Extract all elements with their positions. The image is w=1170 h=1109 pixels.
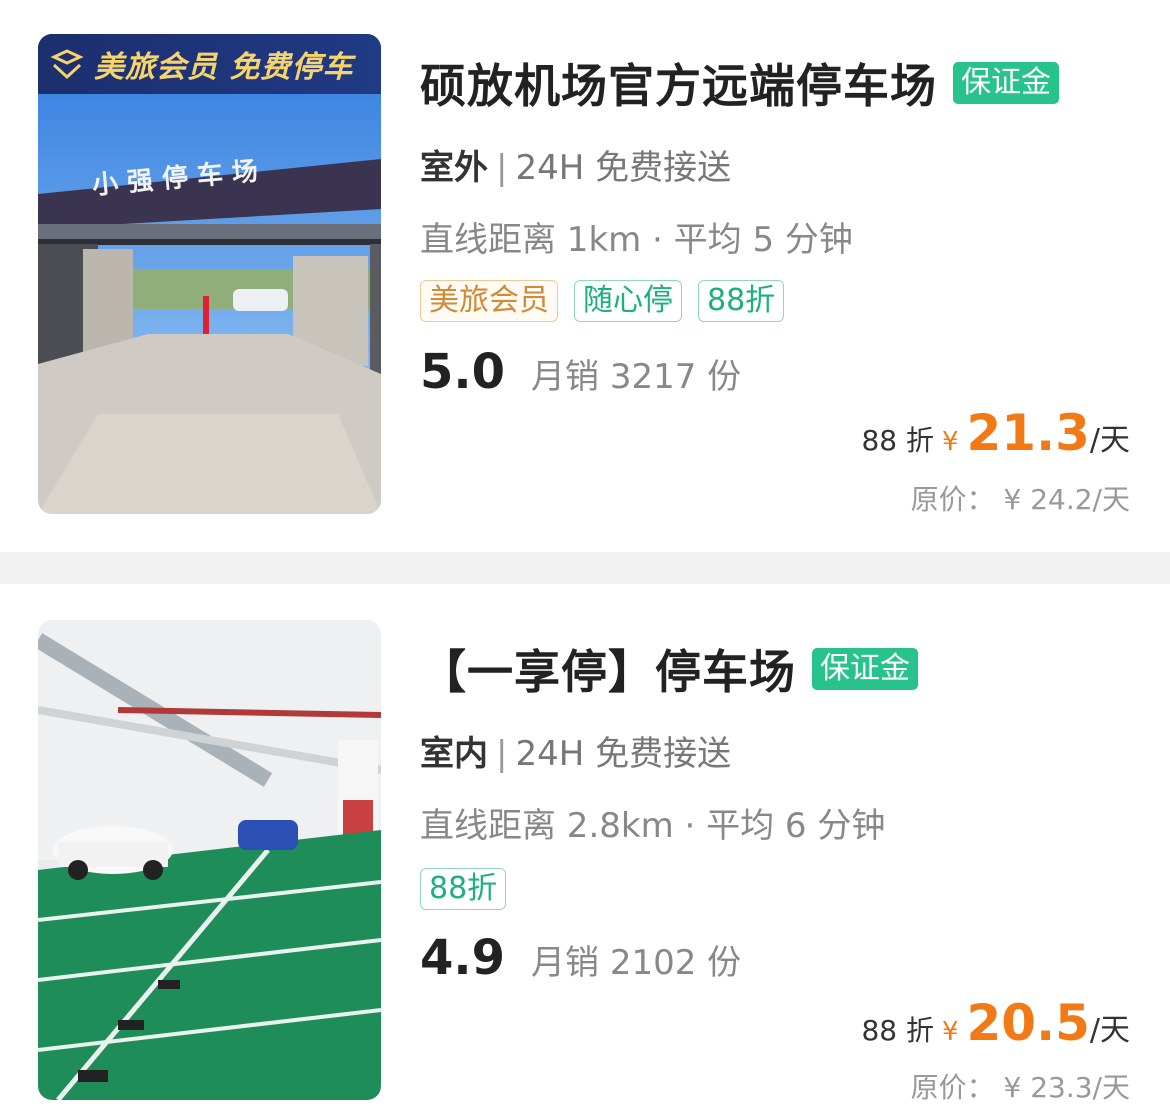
rating-score: 4.9 bbox=[415, 930, 510, 986]
currency-symbol: ¥ bbox=[941, 427, 959, 457]
price-row: 88 折 ¥ 20.5 /天 bbox=[861, 994, 1130, 1052]
member-logo-icon bbox=[50, 49, 84, 80]
deposit-badge: 保证金 bbox=[953, 62, 1059, 104]
discount-label: 88 折 bbox=[861, 424, 934, 457]
original-price: 原价： ¥ 24.2/天 bbox=[910, 483, 1130, 516]
member-free-parking-banner: 美旅会员 免费停车 bbox=[38, 34, 381, 94]
discount-label: 88 折 bbox=[861, 1014, 934, 1047]
price-row: 88 折 ¥ 21.3 /天 bbox=[861, 404, 1130, 462]
shuttle-service: 24H 免费接送 bbox=[515, 148, 732, 188]
monthly-sales: 月销 2102 份 bbox=[531, 943, 742, 983]
parking-lot-photo[interactable] bbox=[38, 620, 381, 1100]
tag-list: 88折 bbox=[420, 868, 507, 910]
rating-value: 4.9 bbox=[420, 930, 506, 986]
parking-kind: 室内 bbox=[420, 734, 488, 774]
original-price: 原价： ¥ 23.3/天 bbox=[910, 1071, 1130, 1104]
meta-separator: | bbox=[496, 734, 508, 774]
indoor-parking-photo bbox=[38, 620, 381, 1100]
currency-symbol: ¥ bbox=[941, 1017, 959, 1047]
tag-member: 美旅会员 bbox=[420, 280, 558, 322]
tag-flexible: 随心停 bbox=[574, 280, 682, 322]
discounted-price: 20.5 bbox=[966, 994, 1090, 1052]
listing-meta: 室内 | 24H 免费接送 bbox=[420, 726, 731, 775]
parking-lot-photo[interactable]: 小 强 停 车 场 美旅会员 免费停车 bbox=[38, 34, 381, 514]
price-unit: /天 bbox=[1089, 1013, 1130, 1048]
distance-info: 直线距离 1km · 平均 5 分钟 bbox=[420, 220, 853, 260]
parking-kind: 室外 bbox=[420, 148, 488, 188]
tag-list: 美旅会员 随心停 88折 bbox=[420, 280, 785, 322]
rating-value: 5.0 bbox=[420, 344, 506, 400]
listing-title[interactable]: 【一享停】停车场 bbox=[420, 636, 796, 702]
listing-title[interactable]: 硕放机场官方远端停车场 bbox=[420, 50, 937, 116]
price-unit: /天 bbox=[1089, 423, 1130, 458]
parking-listing-card[interactable]: 【一享停】停车场 保证金 室内 | 24H 免费接送 直线距离 2.8km · 平均… bbox=[0, 584, 1170, 1109]
rating-score: 5.0 bbox=[415, 344, 510, 400]
shuttle-service: 24H 免费接送 bbox=[515, 734, 732, 774]
tag-discount: 88折 bbox=[420, 868, 507, 910]
card-divider bbox=[0, 552, 1170, 584]
parking-listing-card[interactable]: 小 强 停 车 场 美旅会员 免费停车 硕放机场官方远端停车场 保证金 室外 | 2… bbox=[0, 0, 1170, 552]
meta-separator: | bbox=[496, 148, 508, 188]
outdoor-parking-photo: 小 强 停 车 场 bbox=[38, 34, 381, 514]
discounted-price: 21.3 bbox=[966, 404, 1090, 462]
distance-info: 直线距离 2.8km · 平均 6 分钟 bbox=[420, 806, 886, 846]
deposit-badge: 保证金 bbox=[812, 648, 918, 690]
tag-discount: 88折 bbox=[698, 280, 785, 322]
banner-text: 美旅会员 免费停车 bbox=[94, 50, 354, 85]
listing-meta: 室外 | 24H 免费接送 bbox=[420, 140, 731, 189]
monthly-sales: 月销 3217 份 bbox=[531, 357, 742, 397]
